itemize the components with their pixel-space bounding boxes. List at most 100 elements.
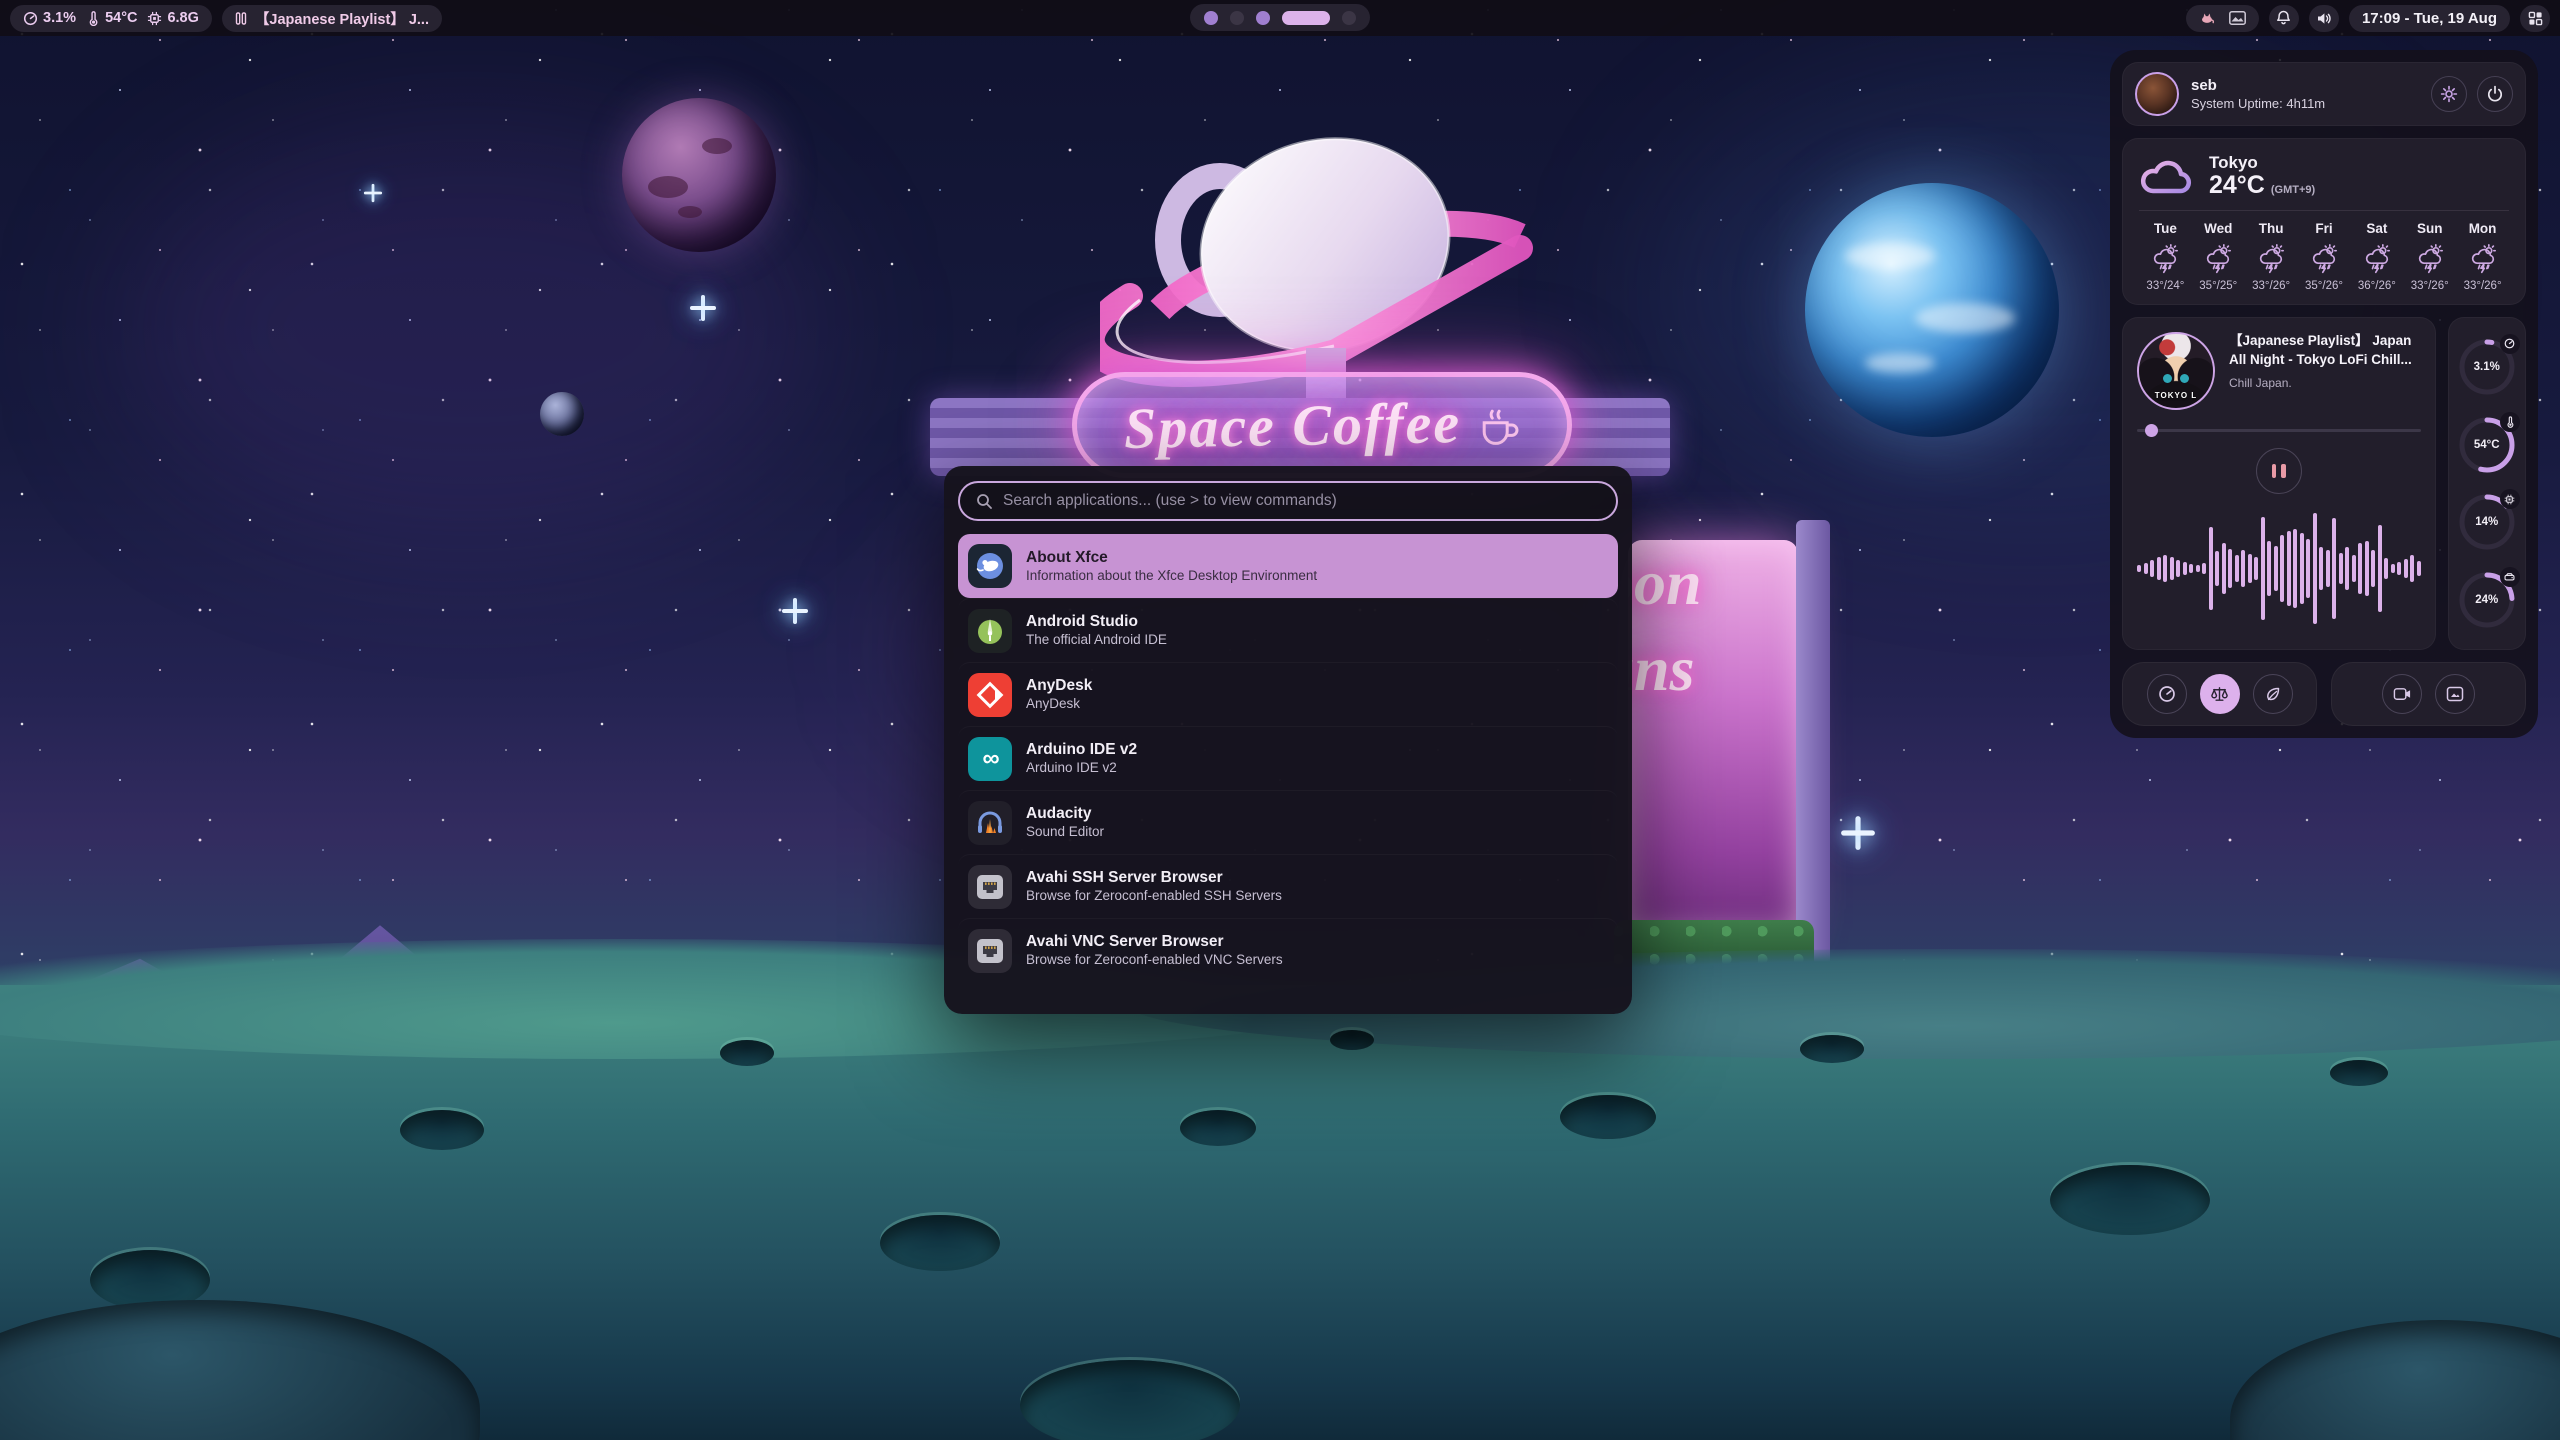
forecast-day: Tue 33°/24° <box>2139 221 2192 292</box>
crater <box>2330 1060 2388 1086</box>
seek-bar[interactable] <box>2137 424 2421 436</box>
window-neon-text: oon <box>1628 540 1798 626</box>
crater <box>880 1215 1000 1271</box>
cpu-stat: 3.1% <box>23 10 76 26</box>
app-title: AnyDesk <box>1026 676 1092 695</box>
profile-powersave-button[interactable] <box>2253 674 2293 714</box>
app-results-list: About Xfce Information about the Xfce De… <box>958 534 1618 982</box>
ram-gauge: 14% <box>2457 492 2517 552</box>
anydesk-icon <box>968 673 1012 717</box>
screenshot-button[interactable] <box>2435 674 2475 714</box>
crater <box>1330 1030 1374 1050</box>
workspace-dot-1[interactable] <box>1204 11 1218 25</box>
saturn-coffee-cup <box>1100 120 1540 400</box>
neon-sign: Space Coffee <box>1072 372 1572 478</box>
clock-label: 17:09 - Tue, 19 Aug <box>2362 10 2497 27</box>
forecast-icon <box>2309 244 2339 274</box>
notifications-button[interactable] <box>2269 5 2299 32</box>
forecast-icon <box>2203 244 2233 274</box>
progress-thumb[interactable] <box>2145 424 2158 437</box>
search-input[interactable] <box>1003 492 1600 510</box>
speedometer-icon <box>2158 685 2176 703</box>
gear-icon <box>2440 85 2458 103</box>
tray-cat-icon[interactable] <box>2199 11 2215 25</box>
app-description: AnyDesk <box>1026 695 1092 713</box>
weather-card: Tokyo 24°C (GMT+9) Tue 33°/24° Wed 35°/2… <box>2122 138 2526 305</box>
album-art: TOKYO L <box>2137 332 2215 410</box>
workspace-indicator <box>1190 4 1370 31</box>
thermometer-icon <box>2500 412 2520 432</box>
uptime-label: System Uptime: 4h11m <box>2191 96 2325 111</box>
app-description: Arduino IDE v2 <box>1026 759 1137 777</box>
weather-cloud-icon <box>2139 155 2195 197</box>
forecast-icon <box>2468 244 2498 274</box>
screen-record-button[interactable] <box>2382 674 2422 714</box>
overview-button[interactable] <box>2520 5 2550 32</box>
app-row-audacity[interactable]: Audacity Sound Editor <box>958 790 1618 854</box>
capture-group <box>2331 662 2526 726</box>
disk-gauge: 24% <box>2457 570 2517 630</box>
arduino-icon: ∞ <box>968 737 1012 781</box>
memory-stat: 6.8G <box>147 10 198 26</box>
crater <box>1020 1360 1240 1440</box>
forecast-day: Mon 33°/26° <box>2456 221 2509 292</box>
search-box[interactable] <box>958 481 1618 521</box>
top-panel: 3.1% 54°C 6.8G 【Japanese Playlist】 J... <box>0 0 2560 36</box>
crater <box>1180 1110 1256 1146</box>
window-neon-text: ans <box>1628 626 1798 712</box>
pause-icon <box>235 12 247 25</box>
forecast-icon <box>2256 244 2286 274</box>
media-pill[interactable]: 【Japanese Playlist】 J... <box>222 5 442 32</box>
network-port-icon <box>968 929 1012 973</box>
star-sparkle <box>1841 816 1875 850</box>
app-row-avahi-vnc[interactable]: Avahi VNC Server Browser Browse for Zero… <box>958 918 1618 982</box>
earth-planet <box>1805 183 2059 437</box>
divider <box>2139 210 2509 211</box>
app-title: About Xfce <box>1026 548 1317 567</box>
app-description: Sound Editor <box>1026 823 1104 841</box>
app-row-android-studio[interactable]: Android Studio The official Android IDE <box>958 598 1618 662</box>
forecast-day: Thu 33°/26° <box>2245 221 2298 292</box>
waveform <box>2137 502 2421 635</box>
track-title: 【Japanese Playlist】 Japan All Night - To… <box>2229 332 2421 370</box>
app-description: Browse for Zeroconf-enabled SSH Servers <box>1026 887 1282 905</box>
systray-pill <box>2186 5 2259 32</box>
search-icon <box>976 493 993 510</box>
settings-button[interactable] <box>2431 76 2467 112</box>
play-pause-button[interactable] <box>2256 448 2302 494</box>
system-stats-pill[interactable]: 3.1% 54°C 6.8G <box>10 5 212 32</box>
star-sparkle <box>690 295 716 321</box>
xfce-mouse-icon <box>968 544 1012 588</box>
workspace-dot-4[interactable] <box>1282 11 1330 25</box>
app-row-anydesk[interactable]: AnyDesk AnyDesk <box>958 662 1618 726</box>
tray-wallpaper-icon[interactable] <box>2229 11 2246 25</box>
power-button[interactable] <box>2477 76 2513 112</box>
app-row-avahi-ssh[interactable]: Avahi SSH Server Browser Browse for Zero… <box>958 854 1618 918</box>
avatar <box>2135 72 2179 116</box>
workspace-dot-2[interactable] <box>1230 11 1244 25</box>
profile-performance-button[interactable] <box>2147 674 2187 714</box>
disk-icon <box>2500 567 2520 587</box>
speaker-icon <box>2316 11 2332 26</box>
neon-coffee-cup-icon <box>1475 402 1521 448</box>
crater <box>1560 1095 1656 1139</box>
clock-pill[interactable]: 17:09 - Tue, 19 Aug <box>2349 5 2510 32</box>
profile-balanced-button[interactable] <box>2200 674 2240 714</box>
cpu-gauge: 3.1% <box>2457 337 2517 397</box>
app-row-arduino[interactable]: ∞ Arduino IDE v2 Arduino IDE v2 <box>958 726 1618 790</box>
power-icon <box>2486 85 2504 103</box>
workspace-dot-5[interactable] <box>1342 11 1356 25</box>
weather-timezone: (GMT+9) <box>2271 184 2315 196</box>
crater <box>400 1110 484 1150</box>
screenshot-icon <box>2446 686 2464 702</box>
app-title: Audacity <box>1026 804 1104 823</box>
app-title: Arduino IDE v2 <box>1026 740 1137 759</box>
crater <box>2050 1165 2210 1235</box>
media-title: 【Japanese Playlist】 J... <box>255 8 429 29</box>
workspace-dot-3[interactable] <box>1256 11 1270 25</box>
volume-button[interactable] <box>2309 5 2339 32</box>
crater <box>720 1040 774 1066</box>
app-row-about-xfce[interactable]: About Xfce Information about the Xfce De… <box>958 534 1618 598</box>
forecast-icon <box>2415 244 2445 274</box>
neon-sign-text: Space Coffee <box>1123 389 1461 462</box>
